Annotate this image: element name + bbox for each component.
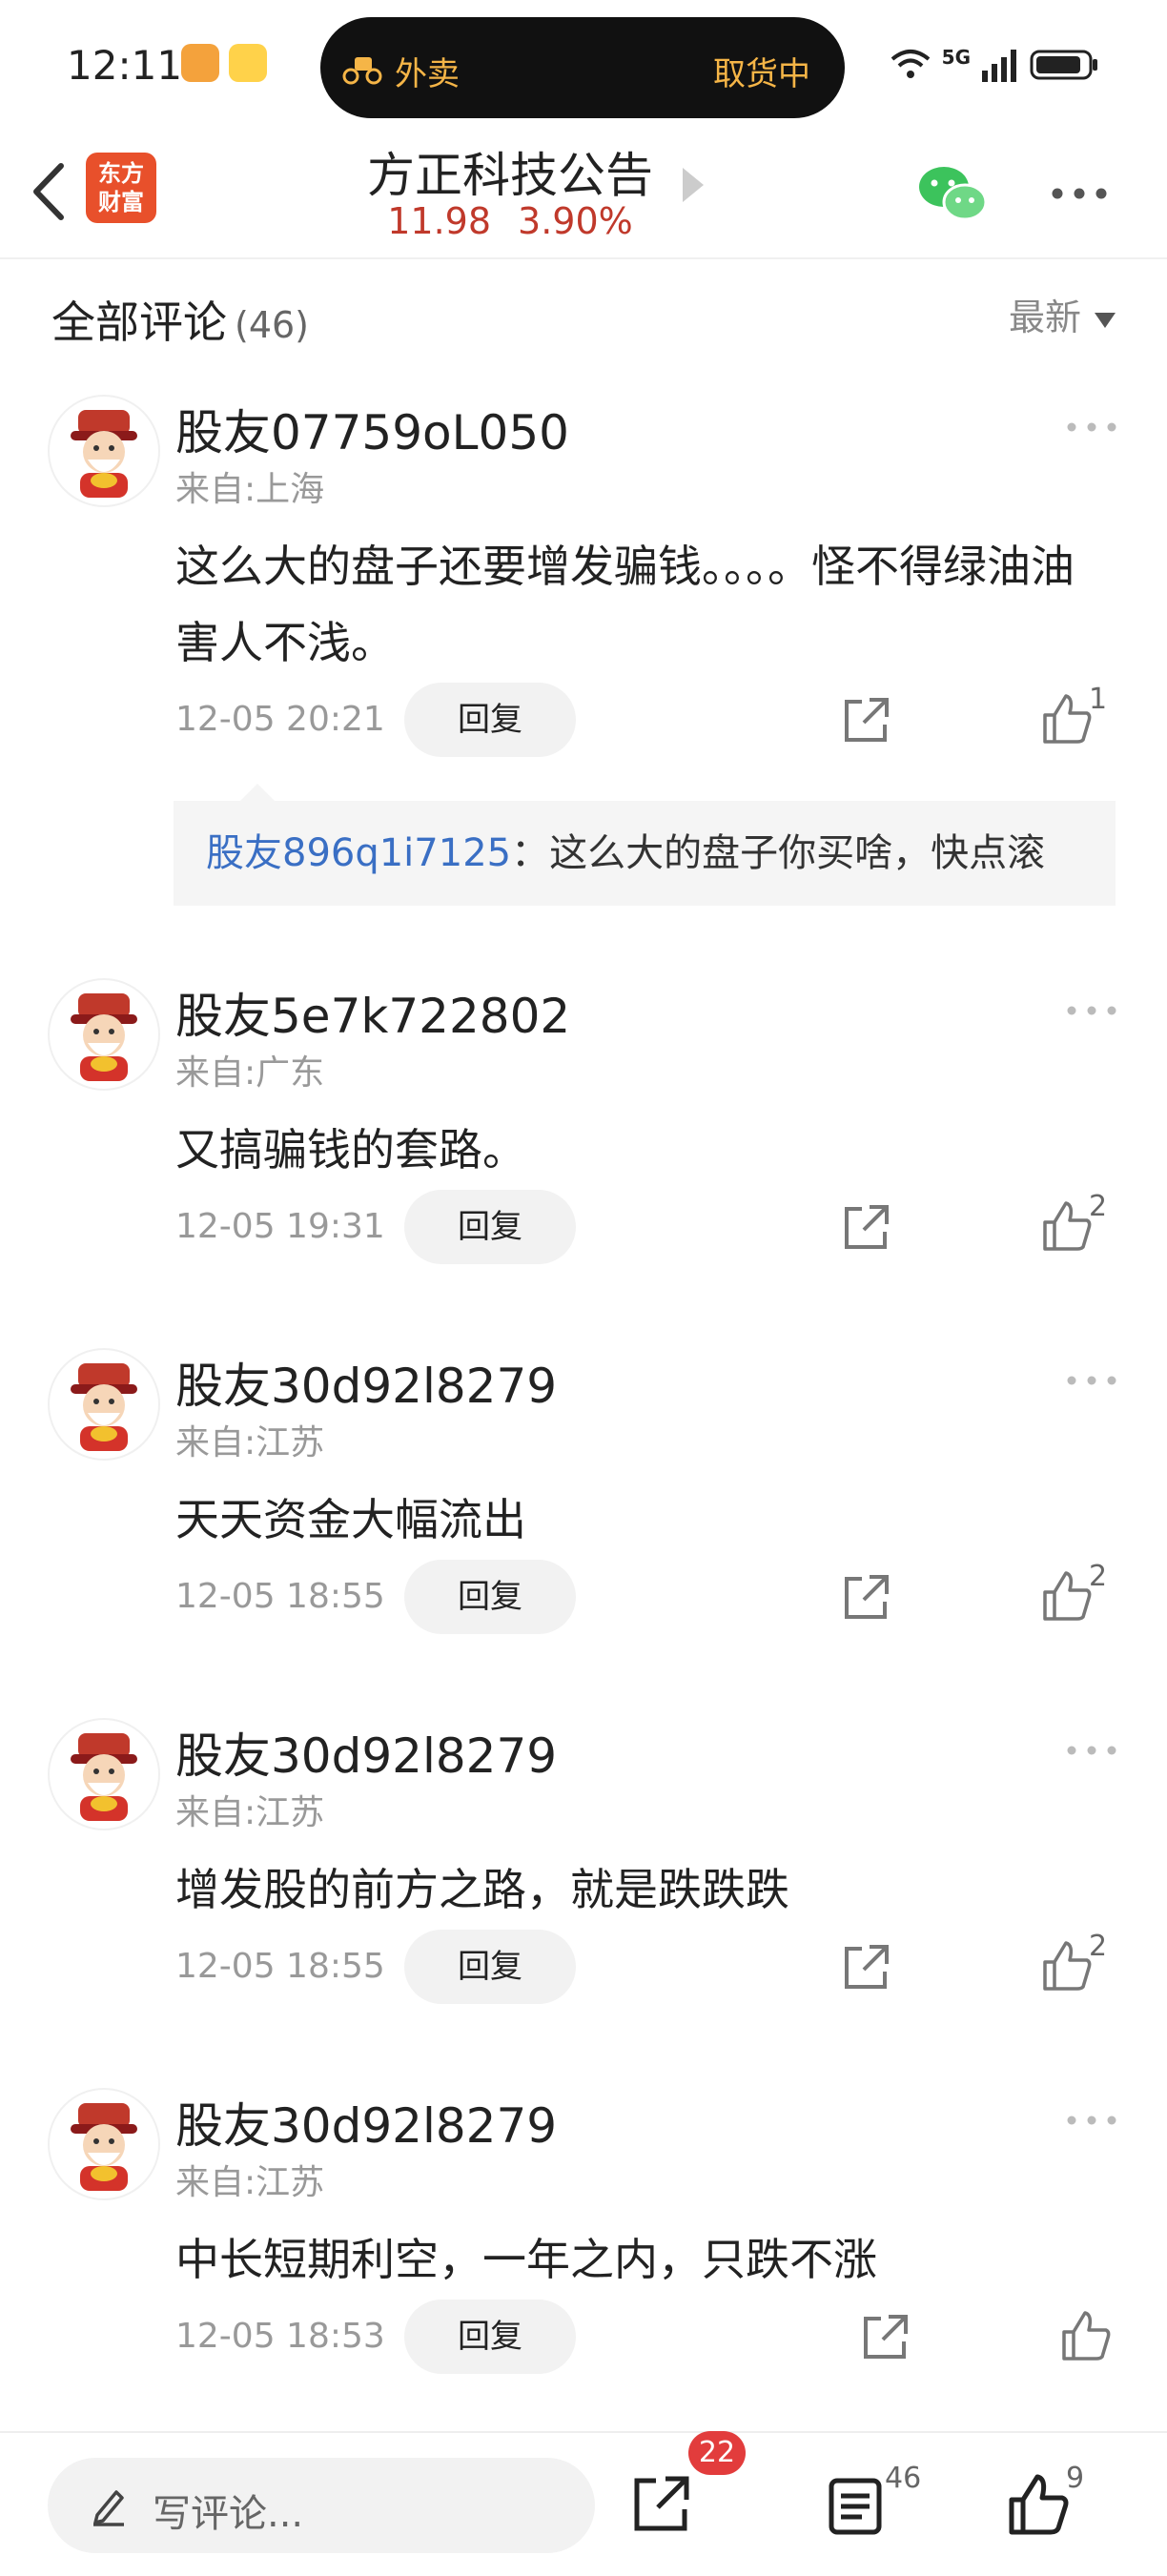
dropdown-triangle-icon [1095, 312, 1116, 328]
comment-username[interactable]: 股友5e7k722802 [175, 978, 570, 1047]
comment-more-icon[interactable] [1066, 2115, 1117, 2126]
comment-username[interactable]: 股友30d92l8279 [175, 1348, 557, 1417]
reply-button[interactable]: 回复 [404, 1190, 576, 1264]
avatar-figure-icon [71, 993, 137, 1081]
share-count-badge: 22 [688, 2431, 746, 2475]
stock-quote: 11.98 3.90% [0, 200, 1020, 242]
like-thumb-icon[interactable] [1007, 2473, 1070, 2536]
more-options-icon[interactable] [1051, 187, 1108, 200]
sub-reply-username[interactable]: 股友896q1i7125 [206, 831, 511, 875]
stock-change: 3.90% [518, 200, 633, 242]
reply-button[interactable]: 回复 [404, 2300, 576, 2374]
comments-section-title: 全部评论 (46) [51, 288, 309, 351]
like-count: 2 [1089, 1560, 1108, 1593]
share-icon[interactable] [858, 2311, 911, 2364]
comment-text: 增发股的前方之路，就是跌跌跌 [175, 1864, 789, 1915]
avatar-figure-icon [71, 410, 137, 498]
avatar-figure-icon [71, 1363, 137, 1451]
comment-location: 来自:江苏 [175, 2163, 325, 2202]
like-count: 2 [1089, 1930, 1108, 1963]
comment-time: 12-05 20:21 [175, 700, 385, 739]
network-type: 5G [941, 46, 971, 69]
avatar[interactable] [48, 1348, 160, 1461]
avatar[interactable] [48, 978, 160, 1091]
share-icon[interactable] [839, 1571, 892, 1625]
island-status-label: 取货中 [713, 55, 810, 93]
like-count: 1 [1089, 683, 1108, 716]
comments-title-text: 全部评论 [51, 296, 227, 348]
comment-text: 中长短期利空，一年之内，只跌不涨 [175, 2234, 877, 2285]
comment-location: 来自:江苏 [175, 1423, 325, 1462]
avatar[interactable] [48, 1718, 160, 1830]
share-icon[interactable] [839, 694, 892, 747]
comment-username[interactable]: 股友30d92l8279 [175, 2088, 557, 2157]
avatar[interactable] [48, 2088, 160, 2200]
weibo-icon [229, 44, 267, 82]
comment-text: 又搞骗钱的套路。 [175, 1124, 526, 1176]
status-time: 12:11 [67, 42, 183, 89]
comment-more-icon[interactable] [1066, 1005, 1117, 1016]
comment-time: 12-05 18:55 [175, 1947, 385, 1986]
share-icon[interactable] [839, 1201, 892, 1255]
comments-list-icon[interactable] [824, 2475, 887, 2538]
wifi-icon [891, 50, 930, 78]
like-thumb-icon[interactable] [1041, 1199, 1093, 1253]
bottom-action-bar: 写评论... 22 46 9 [0, 2431, 1167, 2576]
reply-button[interactable]: 回复 [404, 1560, 576, 1634]
comment-more-icon[interactable] [1066, 1375, 1117, 1386]
comment-username[interactable]: 股友30d92l8279 [175, 1718, 557, 1787]
comment-time: 12-05 18:53 [175, 2317, 385, 2356]
avatar-figure-icon [71, 1733, 137, 1821]
signal-icon [982, 50, 1016, 82]
reply-button[interactable]: 回复 [404, 1930, 576, 2004]
comment-input[interactable]: 写评论... [48, 2458, 595, 2553]
comment-location: 来自:江苏 [175, 1793, 325, 1832]
island-delivery-label: 外卖 [395, 55, 460, 93]
comment-text: 这么大的盘子还要增发骗钱。。。。怪不得绿油油害人不浅。 [175, 541, 1075, 668]
dynamic-island[interactable]: 外卖 取货中 [320, 17, 845, 118]
page-title: 方正科技公告 [367, 148, 653, 203]
like-thumb-icon[interactable] [1041, 1569, 1093, 1623]
share-icon[interactable] [839, 1941, 892, 1994]
like-count: 2 [1089, 1190, 1108, 1223]
comment-input-placeholder: 写评论... [153, 2492, 304, 2536]
sort-label: 最新 [1008, 296, 1081, 338]
system-icons: 5G [889, 46, 1100, 84]
comment-more-icon[interactable] [1066, 421, 1117, 433]
sub-reply-text: ：这么大的盘子你买啥，快点滚 [511, 831, 1046, 875]
status-bar: 12:11 外卖 取货中 5G [0, 0, 1167, 133]
like-thumb-icon[interactable] [1041, 1939, 1093, 1993]
comment-username[interactable]: 股友07759oL050 [175, 395, 569, 463]
comment-location: 来自:上海 [175, 470, 325, 509]
comment-text: 天天资金大幅流出 [175, 1494, 526, 1545]
heart-app-icon [181, 44, 219, 82]
comment-total-count: 46 [885, 2462, 922, 2495]
sort-dropdown[interactable]: 最新 [1009, 288, 1116, 340]
comment-more-icon[interactable] [1066, 1745, 1117, 1756]
page-header: 东方 财富 方正科技公告 11.98 3.90% [0, 133, 1167, 259]
comment-time: 12-05 18:55 [175, 1577, 385, 1616]
like-total-count: 9 [1066, 2462, 1085, 2495]
sub-reply[interactable]: 股友896q1i7125：这么大的盘子你买啥，快点滚 [174, 801, 1116, 906]
share-icon[interactable] [629, 2473, 692, 2536]
avatar[interactable] [48, 395, 160, 507]
comment-time: 12-05 19:31 [175, 1207, 385, 1246]
comments-count: (46) [235, 304, 310, 346]
like-thumb-icon[interactable] [1060, 2309, 1112, 2362]
sub-reply-pointer [240, 784, 275, 801]
reply-button[interactable]: 回复 [404, 683, 576, 757]
battery-icon [1030, 50, 1097, 80]
comment-location: 来自:广东 [175, 1053, 325, 1093]
stock-price: 11.98 [387, 200, 492, 242]
title-arrow-icon[interactable] [683, 168, 704, 202]
pencil-icon [93, 2490, 124, 2526]
avatar-figure-icon [71, 2103, 137, 2191]
like-thumb-icon[interactable] [1041, 692, 1093, 746]
scooter-icon [342, 57, 382, 85]
wechat-share-icon[interactable] [915, 162, 992, 225]
